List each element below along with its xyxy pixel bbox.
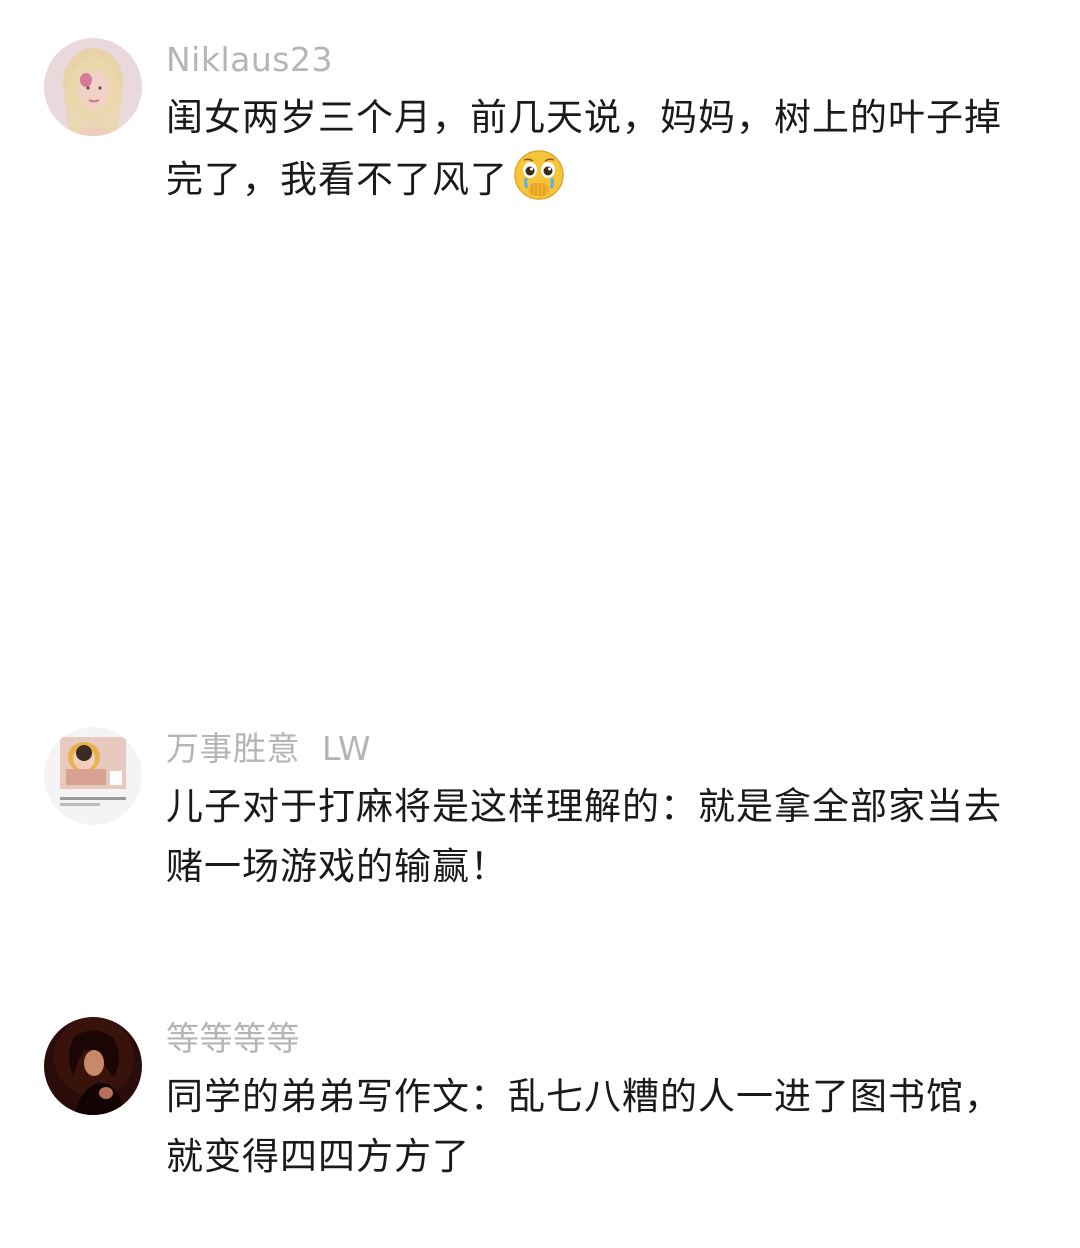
avatar-blonde-woman-icon [44,38,142,136]
comment-text: 儿子对于打麻将是这样理解的：就是拿全部家当去赌一场游戏的输赢！ [166,785,1002,888]
avatar-baby-photo-icon [44,727,142,825]
user-avatar[interactable] [44,38,142,136]
crying-face-holding-back-tears-icon [512,148,566,202]
username[interactable]: Niklaus23 [166,40,333,80]
comment-text: 同学的弟弟写作文：乱七八糟的人一进了图书馆，就变得四四方方了 [166,1075,1002,1178]
user-avatar[interactable] [44,727,142,825]
avatar-dark-portrait-icon [44,1017,142,1115]
comment-text-body: 闺女两岁三个月，前几天说，妈妈，树上的叶子掉完了，我看不了风了 [166,96,1002,201]
comment-item: 万事胜意 LW 儿子对于打麻将是这样理解的：就是拿全部家当去赌一场游戏的输赢！ [0,700,1080,940]
username[interactable]: 万事胜意 LW [166,729,371,769]
user-avatar[interactable] [44,1017,142,1115]
comment-text: 闺女两岁三个月，前几天说，妈妈，树上的叶子掉完了，我看不了风了 [166,88,1006,210]
comment-item: 等等等等 同学的弟弟写作文：乱七八糟的人一进了图书馆，就变得四四方方了 [0,990,1080,1230]
username[interactable]: 等等等等 [166,1019,300,1059]
comment-item: Niklaus23 闺女两岁三个月，前几天说，妈妈，树上的叶子掉完了，我看不了风… [0,0,1080,240]
